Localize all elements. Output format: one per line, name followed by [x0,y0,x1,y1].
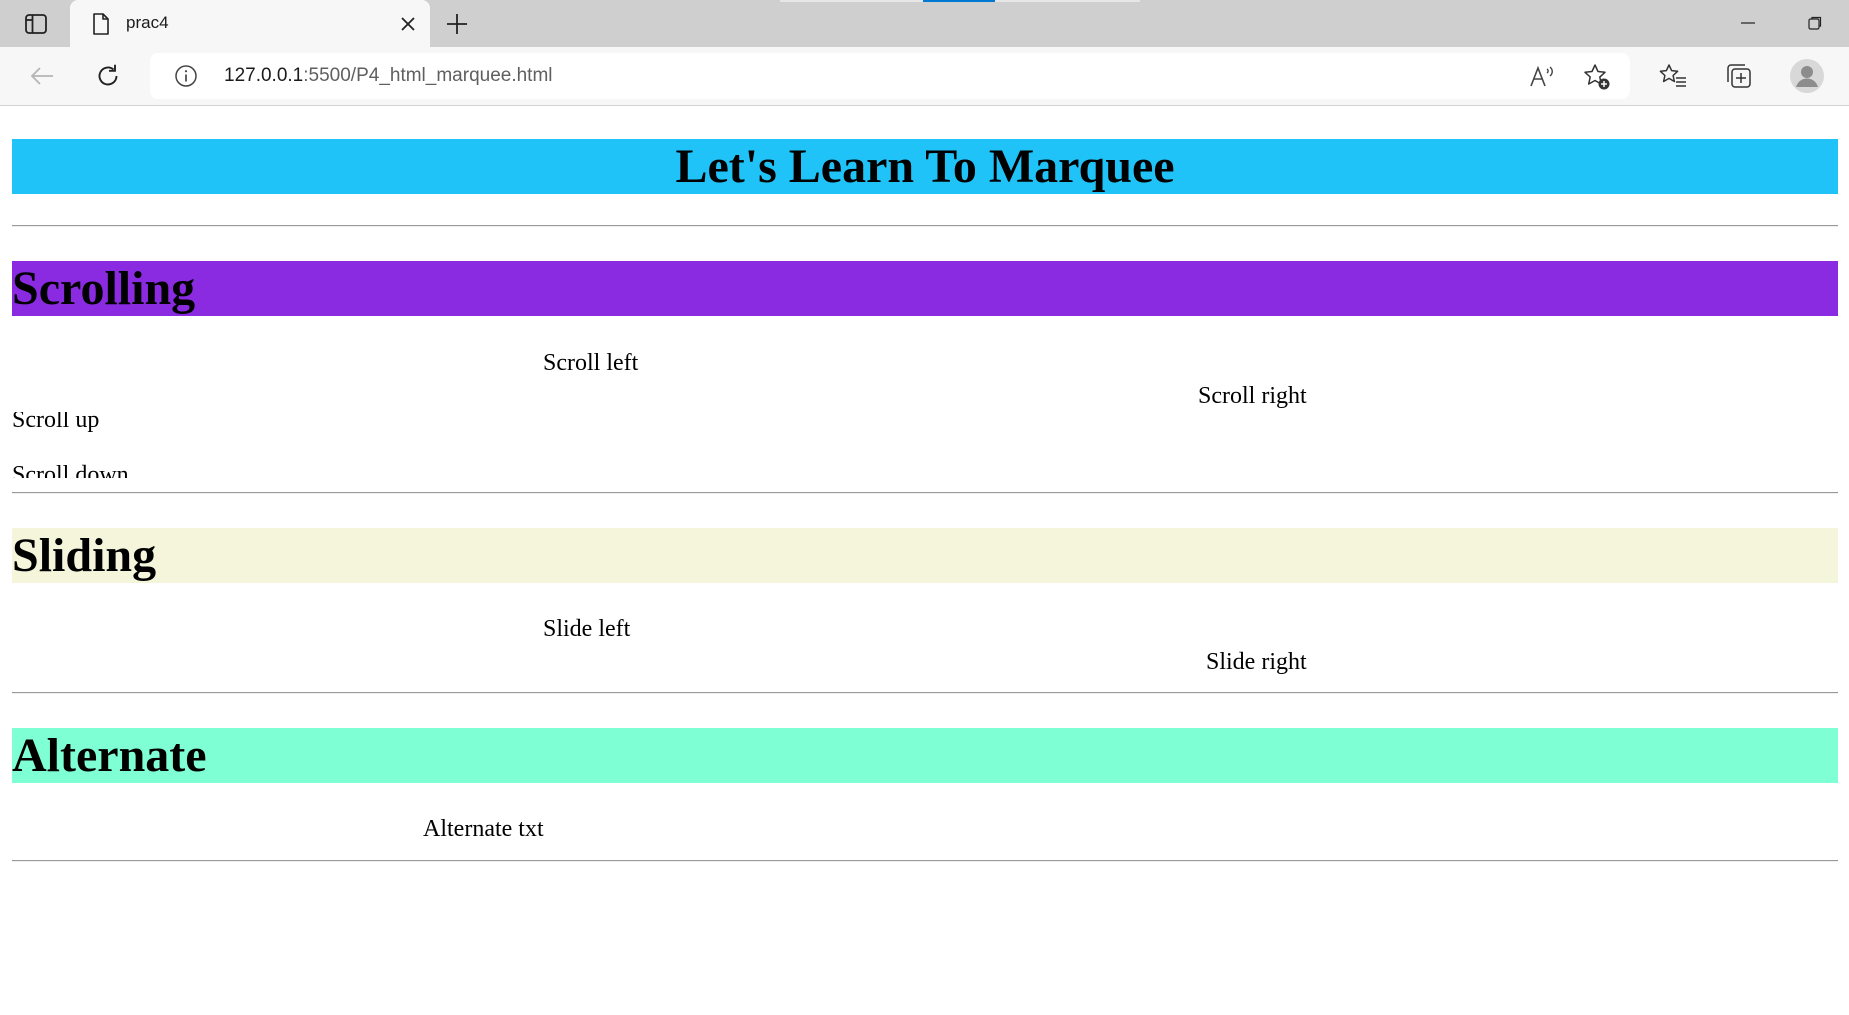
marquee-text-alternate: Alternate txt [423,816,544,842]
url-text[interactable]: 127.0.0.1:5500/P4_html_marquee.html [224,65,553,87]
page-title: Let's Learn To Marquee [12,139,1838,194]
marquee-text-slide-left: Slide left [543,616,631,642]
read-aloud-icon[interactable] [1525,60,1559,94]
marquee-text-slide-right: Slide right [1206,649,1307,675]
section-heading-sliding: Sliding [12,528,1838,583]
marquee-slide-right: Slide right [12,647,1838,679]
favorites-icon[interactable] [1653,56,1693,96]
document-icon [90,12,112,36]
marquee-text-scroll-up: Scroll up [12,412,100,433]
marquee-scroll-down: Scroll down [12,458,1838,478]
marquee-text-scroll-left: Scroll left [543,350,639,376]
url-path: :5500/P4_html_marquee.html [303,65,553,86]
profile-icon[interactable] [1787,56,1827,96]
page-content: Let's Learn To Marquee Scrolling Scroll … [0,106,1849,1015]
marquee-text-scroll-right: Scroll right [1198,383,1307,409]
divider [12,492,1838,494]
marquee-scroll-right: Scroll right [12,380,1838,412]
restore-icon[interactable] [1785,6,1845,40]
tab-strip: prac4 [0,0,1849,47]
section-heading-scrolling: Scrolling [12,261,1838,316]
marquee-scroll-up: Scroll up [12,412,1838,442]
plus-icon[interactable] [440,10,474,38]
star-add-icon[interactable] [1580,60,1614,94]
refresh-icon[interactable] [88,56,128,96]
url-host: 127.0.0.1 [224,65,304,86]
info-icon[interactable] [174,64,198,88]
browser-tab[interactable]: prac4 [70,0,430,47]
divider [12,225,1838,227]
marquee-text-scroll-down: Scroll down [12,462,129,478]
tab-actions-icon[interactable] [14,11,58,37]
marquee-alternate: Alternate txt [12,814,1838,846]
minimize-icon[interactable] [1718,6,1778,40]
back-arrow-icon[interactable] [22,56,62,96]
divider [12,692,1838,694]
loading-indicator [923,0,995,2]
address-bar[interactable]: 127.0.0.1:5500/P4_html_marquee.html [150,53,1630,99]
marquee-scroll-left: Scroll left [12,347,1838,379]
collections-icon[interactable] [1719,56,1759,96]
close-icon[interactable] [396,12,420,36]
tab-title: prac4 [126,13,169,32]
section-heading-alternate: Alternate [12,728,1838,783]
divider [12,860,1838,862]
browser-toolbar: 127.0.0.1:5500/P4_html_marquee.html [0,47,1849,106]
marquee-slide-left: Slide left [12,614,1838,646]
